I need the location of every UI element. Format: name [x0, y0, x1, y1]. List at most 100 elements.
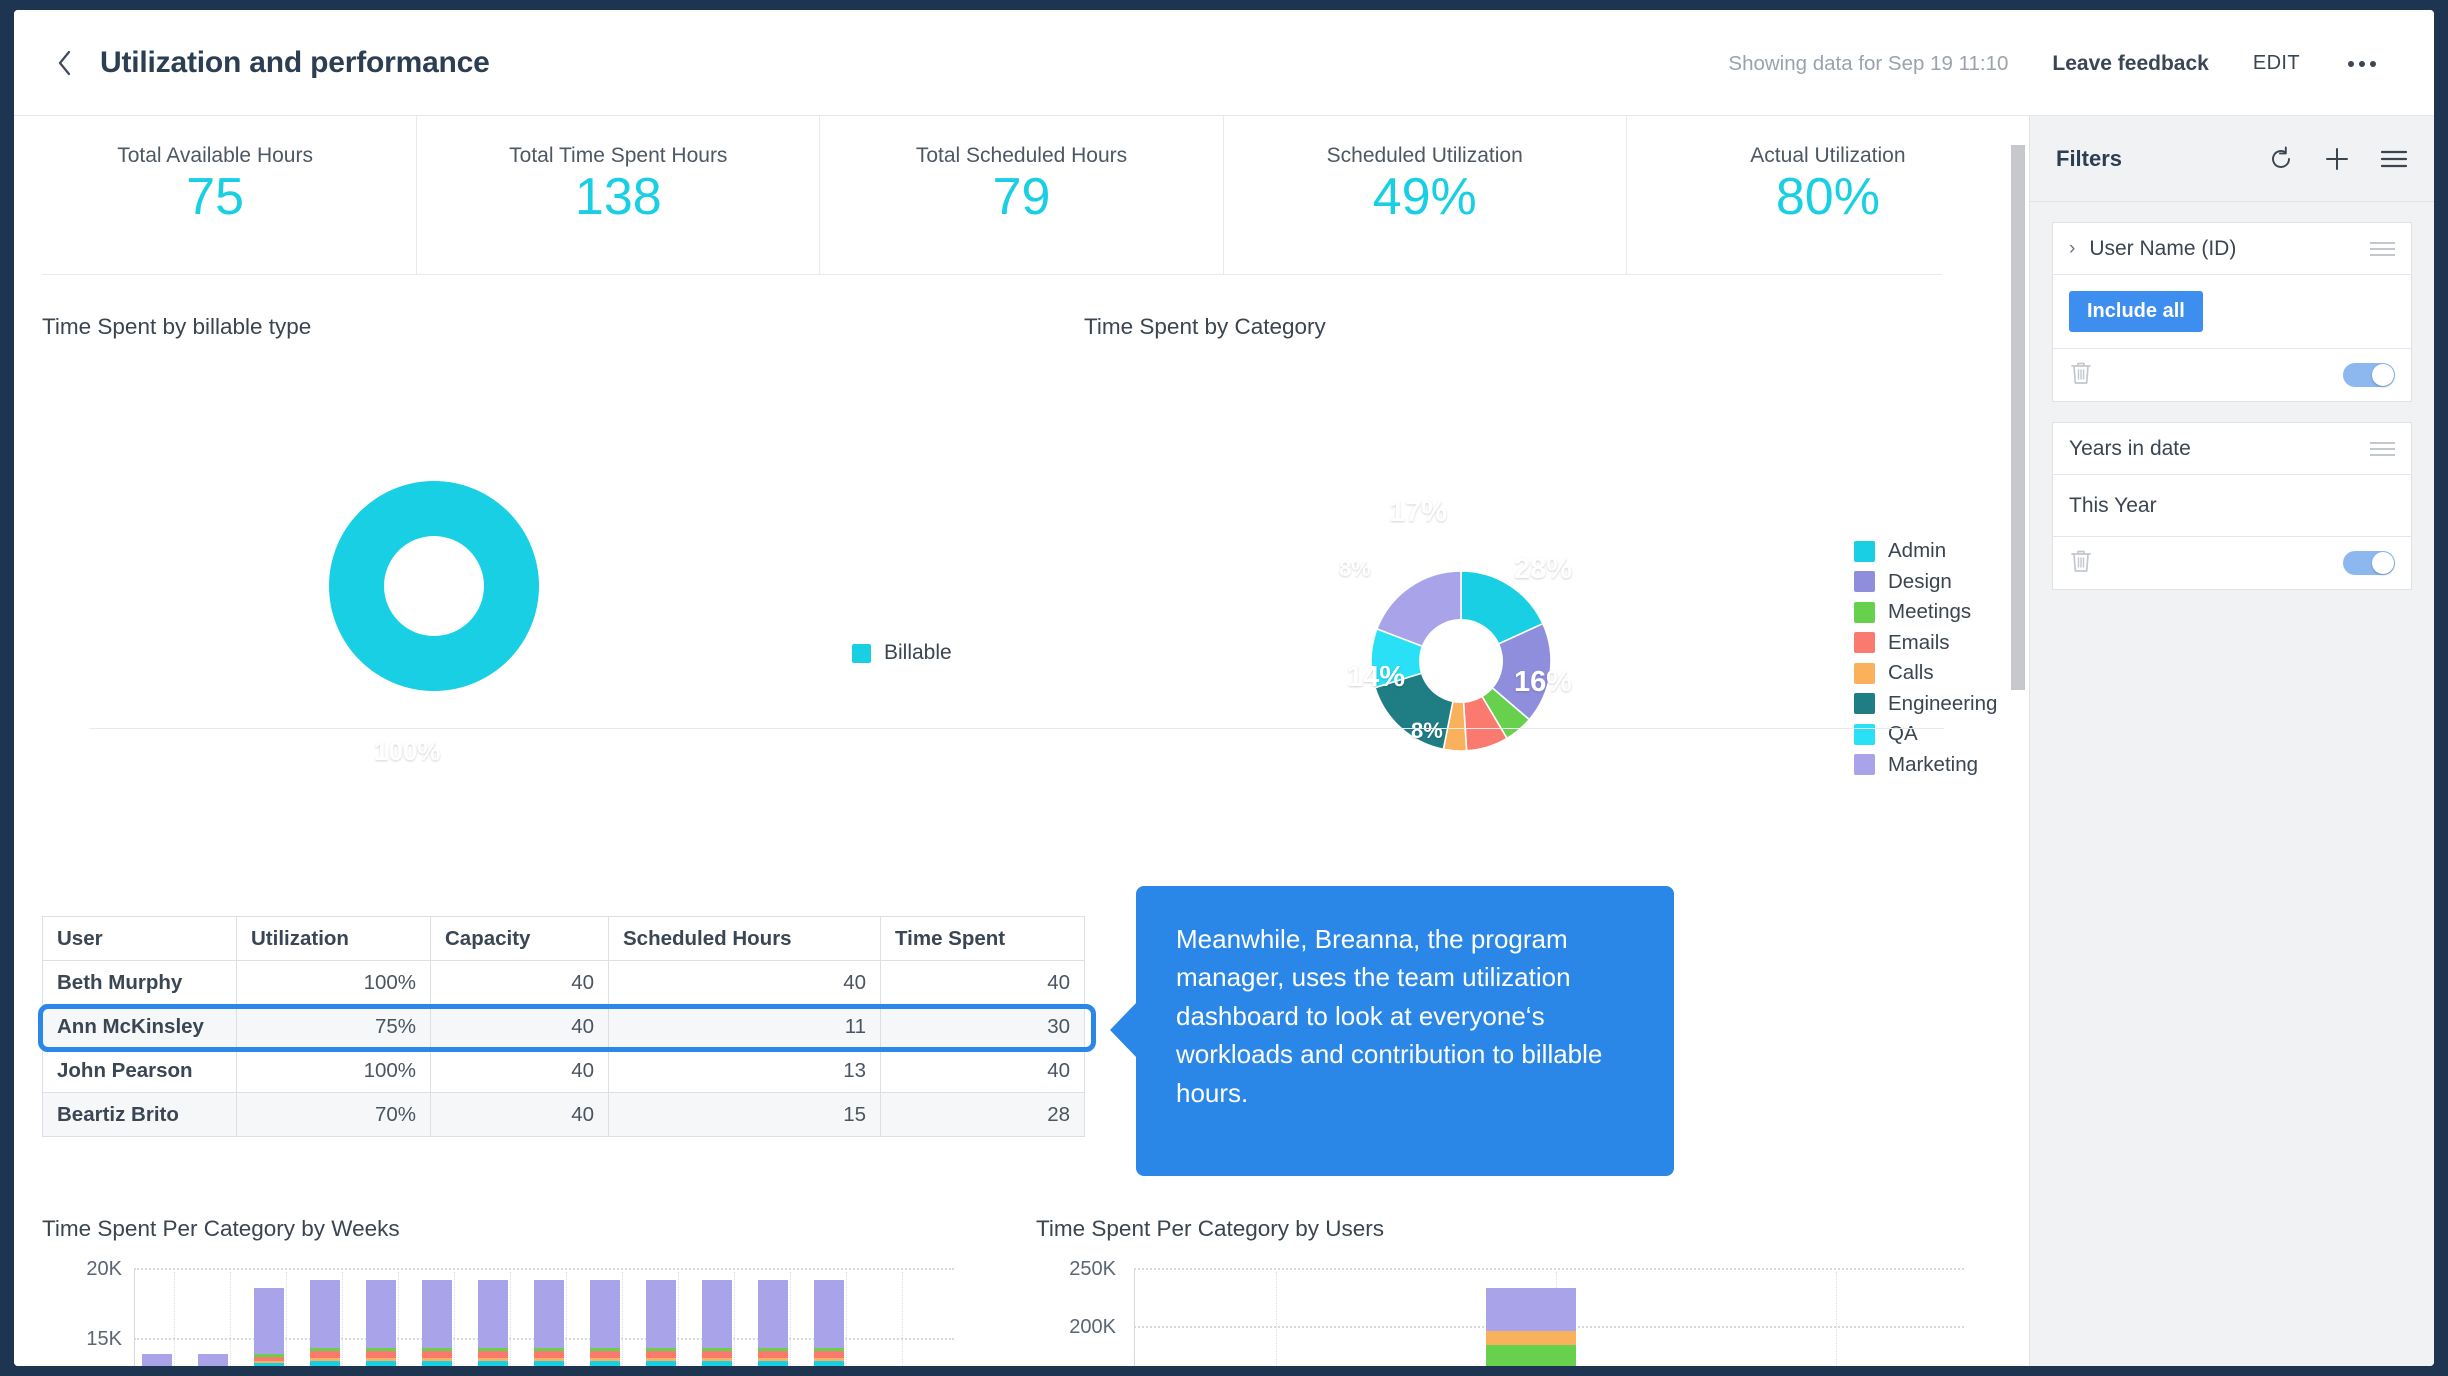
filter-toggle[interactable]: [2343, 551, 2395, 575]
edit-button[interactable]: EDIT: [2253, 52, 2300, 75]
bar-segment-marketing: [814, 1280, 844, 1348]
kebab-menu-icon[interactable]: [2344, 55, 2380, 73]
filter-card-user-name: › User Name (ID) Include all: [2052, 222, 2412, 402]
gridline: [1134, 1268, 1964, 1270]
vertical-scrollbar[interactable]: [2011, 145, 2025, 690]
legend-label-admin: Admin: [1888, 539, 1947, 563]
table-row[interactable]: Beth Murphy 100% 40 40 40: [42, 960, 1085, 1005]
bar-segment-marketing: [310, 1280, 340, 1348]
app-window: Utilization and performance Showing data…: [14, 10, 2434, 1366]
column-header-user[interactable]: User: [42, 916, 237, 961]
bar[interactable]: [254, 1288, 284, 1366]
filter-card-body[interactable]: This Year: [2053, 475, 2411, 537]
legend-swatch-meetings: [1854, 601, 1875, 623]
legend-item-marketing[interactable]: Marketing: [1854, 750, 1997, 781]
bar-segment-admin: [758, 1360, 788, 1366]
bar-segment-marketing: [422, 1280, 452, 1348]
bar-segment-marketing: [478, 1280, 508, 1348]
legend-item-qa[interactable]: QA: [1854, 719, 1997, 750]
cell-utilization: 100%: [236, 1048, 431, 1093]
kpi-total-time-spent-hours: Total Time Spent Hours 138: [417, 116, 821, 274]
cell-user: Beth Murphy: [42, 960, 237, 1005]
bar[interactable]: [310, 1280, 340, 1366]
weeks-bar-chart[interactable]: 20K 15K: [42, 1258, 972, 1366]
annotation-callout: Meanwhile, Breanna, the program manager,…: [1110, 886, 1674, 1176]
filter-card-footer: [2053, 537, 2411, 589]
chevron-left-icon[interactable]: [52, 50, 78, 76]
bar[interactable]: [814, 1280, 844, 1366]
users-bar-chart[interactable]: 250K 200K 150K: [1036, 1258, 1976, 1366]
bar[interactable]: [422, 1280, 452, 1366]
bar[interactable]: [142, 1354, 172, 1366]
bar[interactable]: [590, 1280, 620, 1366]
legend-item-admin[interactable]: Admin: [1854, 536, 1997, 567]
bar[interactable]: [758, 1280, 788, 1366]
bar-segment-marketing: [534, 1280, 564, 1348]
category-slice-label-admin: 28%: [1514, 553, 1573, 585]
chevron-right-icon[interactable]: ›: [2069, 238, 2075, 260]
bar-segment-admin: [814, 1360, 844, 1366]
column-header-scheduled-hours[interactable]: Scheduled Hours: [608, 916, 881, 961]
category-legend: Admin Design Meetings Emails Calls Engin…: [1854, 536, 1997, 780]
bar-segment-marketing: [646, 1280, 676, 1348]
kpi-value: 49%: [1372, 168, 1477, 226]
y-tick-label: 200K: [1069, 1316, 1116, 1338]
filter-card-years-in-date: Years in date This Year: [2052, 422, 2412, 590]
plus-icon[interactable]: [2324, 146, 2350, 172]
legend-swatch-qa: [1854, 723, 1875, 745]
cell-utilization: 70%: [236, 1092, 431, 1137]
refresh-icon[interactable]: [2268, 146, 2294, 172]
legend-item-design[interactable]: Design: [1854, 567, 1997, 598]
column-header-capacity[interactable]: Capacity: [430, 916, 609, 961]
cell-utilization: 75%: [236, 1004, 431, 1049]
bar[interactable]: [198, 1354, 228, 1366]
utilization-table[interactable]: User Utilization Capacity Scheduled Hour…: [42, 916, 1085, 1137]
table-row[interactable]: John Pearson 100% 40 13 40: [42, 1048, 1085, 1093]
header-actions: Showing data for Sep 19 11:10 Leave feed…: [1728, 50, 2380, 76]
hamburger-icon[interactable]: [2380, 148, 2408, 170]
bar[interactable]: [646, 1280, 676, 1366]
column-header-time-spent[interactable]: Time Spent: [880, 916, 1085, 961]
filter-card-header[interactable]: Years in date: [2053, 423, 2411, 475]
y-axis: [1134, 1268, 1135, 1366]
bar[interactable]: [366, 1280, 396, 1366]
column-header-utilization[interactable]: Utilization: [236, 916, 431, 961]
bar[interactable]: [478, 1280, 508, 1366]
legend-label-design: Design: [1888, 569, 1952, 593]
category-donut-chart[interactable]: [1279, 441, 1649, 811]
table-row[interactable]: Ann McKinsley 75% 40 11 30: [42, 1004, 1085, 1049]
bar[interactable]: [534, 1280, 564, 1366]
table-row[interactable]: Beartiz Brito 70% 40 15 28: [42, 1092, 1085, 1137]
include-all-button[interactable]: Include all: [2069, 291, 2203, 332]
legend-item-meetings[interactable]: Meetings: [1854, 597, 1997, 628]
cell-capacity: 40: [430, 1004, 609, 1049]
category-slice-label-engineering: 14%: [1347, 661, 1406, 693]
bar[interactable]: [702, 1280, 732, 1366]
y-tick-label: 250K: [1069, 1258, 1116, 1280]
bar-segment-admin: [310, 1360, 340, 1366]
trash-icon[interactable]: [2069, 360, 2093, 391]
legend-item-calls[interactable]: Calls: [1854, 658, 1997, 689]
grip-icon[interactable]: [2370, 441, 2395, 456]
filter-toggle[interactable]: [2343, 363, 2395, 387]
kpi-total-available-hours: Total Available Hours 75: [14, 116, 418, 274]
filters-header: Filters: [2030, 116, 2434, 202]
legend-item-engineering[interactable]: Engineering: [1854, 689, 1997, 720]
trash-icon[interactable]: [2069, 548, 2093, 579]
bar-segment-admin: [702, 1360, 732, 1366]
kpi-value: 79: [992, 168, 1051, 226]
cell-capacity: 40: [430, 960, 609, 1005]
bar-user-2[interactable]: [1486, 1288, 1576, 1366]
filter-name: Years in date: [2069, 436, 2191, 460]
grip-icon[interactable]: [2370, 241, 2395, 256]
cell-user: Beartiz Brito: [42, 1092, 237, 1137]
data-timestamp: Showing data for Sep 19 11:10: [1728, 51, 2009, 75]
leave-feedback-link[interactable]: Leave feedback: [2052, 52, 2208, 76]
legend-swatch-calls: [1854, 662, 1875, 684]
legend-item-emails[interactable]: Emails: [1854, 628, 1997, 659]
billable-donut-chart[interactable]: [294, 446, 574, 726]
bar-segment-marketing: [1486, 1288, 1576, 1331]
filter-card-header[interactable]: › User Name (ID): [2053, 223, 2411, 275]
billable-legend: Billable: [852, 641, 952, 665]
cell-capacity: 40: [430, 1048, 609, 1093]
